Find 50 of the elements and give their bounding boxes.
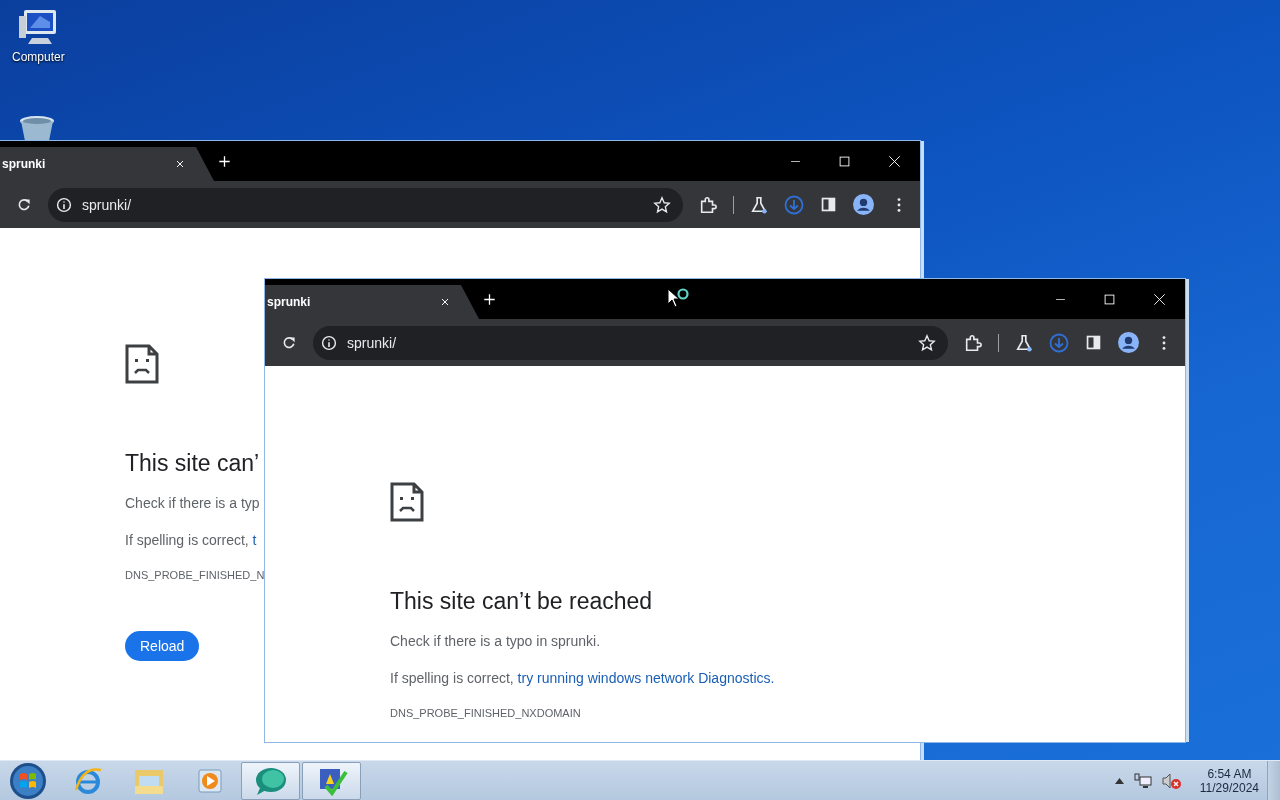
muted-speaker-icon[interactable] [1161,771,1182,790]
profile-icon[interactable] [1118,332,1139,353]
taskbar-button[interactable] [302,761,361,800]
busy-cursor-icon [667,288,691,310]
error-code: DNS_PROBE_FINISHED_N [125,569,266,581]
chat-bubble-icon[interactable] [253,765,288,796]
error-message: If spelling is correct, try running windows network Diagnostics. [390,670,776,686]
diagnostics-link[interactable]: try running windows network Diagnostics. [517,670,775,686]
error-message: Check if there is a typ [125,495,261,511]
diagnostics-link[interactable]: t [252,532,257,548]
maximize-icon[interactable] [839,155,850,167]
close-icon[interactable] [888,154,901,168]
profile-icon[interactable] [853,194,874,215]
recycle-bin-icon[interactable] [17,115,57,141]
side-panel-icon[interactable] [1085,334,1102,351]
icon-label: Computer [12,50,65,64]
error-message: Check if there is a typo in sprunki. [390,633,602,649]
network-icon[interactable] [1133,772,1152,789]
download-icon[interactable] [784,194,804,215]
new-tab-icon[interactable] [483,293,496,306]
close-icon[interactable] [174,158,186,170]
reload-icon[interactable] [281,334,297,351]
download-icon[interactable] [1049,332,1069,353]
address-bar[interactable]: sprunki/ [48,187,683,222]
reload-button[interactable]: Reload [125,631,200,661]
sad-page-icon [125,344,159,384]
puzzle-icon[interactable] [964,333,982,352]
clock-time[interactable]: 6:54 AM [1207,766,1252,781]
flask-icon[interactable] [750,195,768,214]
close-icon[interactable] [1153,292,1166,306]
address-bar[interactable]: sprunki/ [313,325,948,360]
reload-icon[interactable] [16,196,32,213]
error-code: DNS_PROBE_FINISHED_NXDOMAIN [390,707,582,719]
show-hidden-icons[interactable] [1114,777,1124,784]
error-heading: This site can’ [125,450,261,477]
puzzle-icon[interactable] [699,195,717,214]
taskbar-button[interactable] [241,761,300,800]
sad-page-icon [390,482,424,522]
clock-date[interactable]: 11/29/2024 [1199,780,1259,795]
close-icon[interactable] [439,296,451,308]
error-heading: This site can’t be reached [390,588,654,615]
flask-icon[interactable] [1015,333,1033,352]
star-icon[interactable] [918,333,936,352]
side-panel-icon[interactable] [820,196,837,213]
star-icon[interactable] [653,195,671,214]
maximize-icon[interactable] [1104,293,1115,305]
start-orb-icon[interactable] [9,761,47,800]
new-tab-icon[interactable] [218,155,231,168]
info-icon[interactable] [321,334,337,351]
info-icon[interactable] [56,196,72,213]
